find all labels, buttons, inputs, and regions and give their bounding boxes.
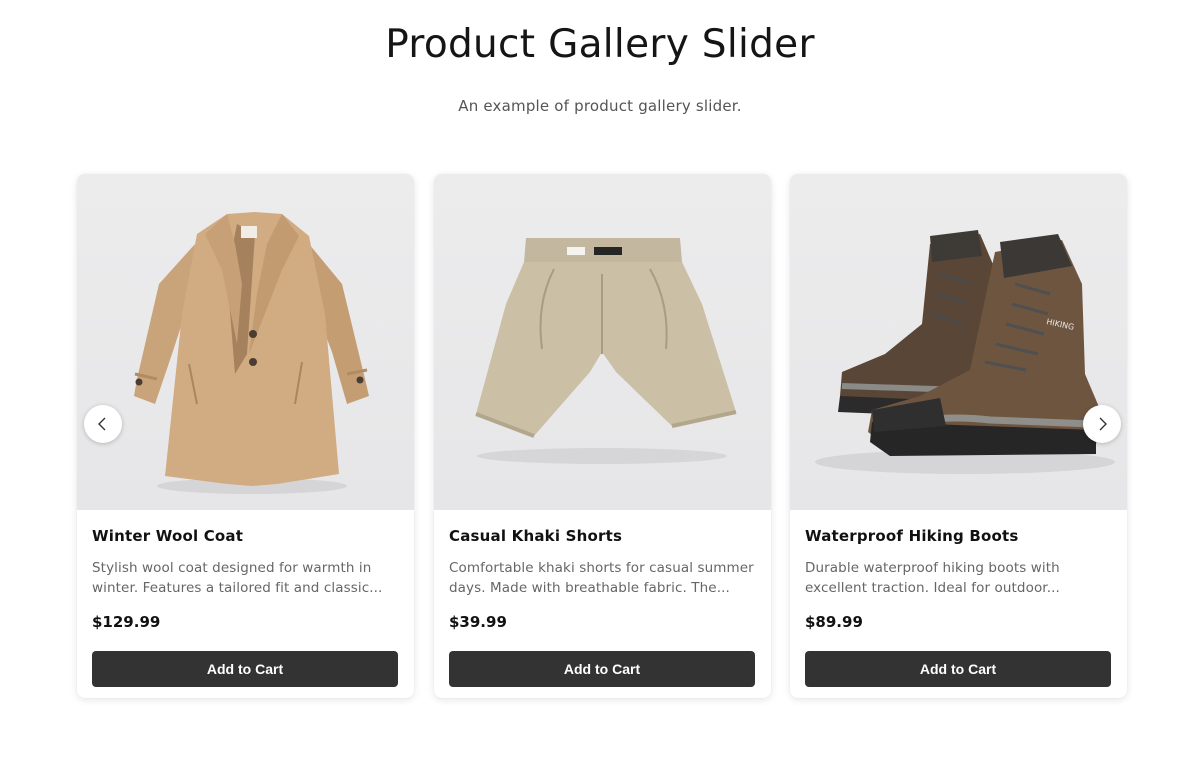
- product-image-boots[interactable]: HIKING: [790, 174, 1127, 510]
- product-title[interactable]: Waterproof Hiking Boots: [805, 526, 1112, 546]
- hiking-boots-illustration: HIKING: [815, 230, 1115, 474]
- add-to-cart-button[interactable]: Add to Cart: [805, 651, 1111, 687]
- product-card: Casual Khaki Shorts Comfortable khaki sh…: [434, 174, 771, 698]
- product-title[interactable]: Casual Khaki Shorts: [449, 526, 756, 546]
- product-card: HIKING Waterproof Hiking Boots Durable w…: [790, 174, 1127, 698]
- product-image-coat[interactable]: [77, 174, 414, 510]
- product-price: $89.99: [805, 613, 863, 631]
- add-to-cart-button[interactable]: Add to Cart: [449, 651, 755, 687]
- product-slider: Winter Wool Coat Stylish wool coat desig…: [77, 174, 1127, 698]
- product-card: Winter Wool Coat Stylish wool coat desig…: [77, 174, 414, 698]
- product-description: Comfortable khaki shorts for casual summ…: [449, 560, 754, 596]
- chevron-right-icon: [1099, 417, 1107, 431]
- product-description: Stylish wool coat designed for warmth in…: [92, 560, 383, 596]
- product-title[interactable]: Winter Wool Coat: [92, 526, 399, 546]
- slider-next-button[interactable]: [1083, 405, 1121, 443]
- page-subtitle: An example of product gallery slider.: [458, 97, 742, 115]
- khaki-shorts-illustration: [475, 238, 737, 464]
- product-price: $39.99: [449, 613, 507, 631]
- product-image-shorts[interactable]: [434, 174, 771, 510]
- add-to-cart-button[interactable]: Add to Cart: [92, 651, 398, 687]
- product-description: Durable waterproof hiking boots with exc…: [805, 560, 1060, 596]
- product-price: $129.99: [92, 613, 161, 631]
- slider-prev-button[interactable]: [84, 405, 122, 443]
- wool-coat-illustration: [134, 212, 369, 494]
- chevron-left-icon: [98, 417, 106, 431]
- page-title: Product Gallery Slider: [385, 22, 815, 67]
